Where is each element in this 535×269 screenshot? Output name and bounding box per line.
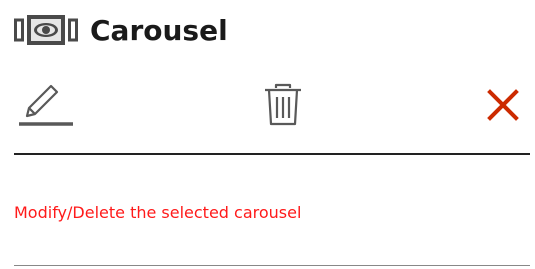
action-toolbar: [0, 80, 535, 132]
panel-header: Carousel: [14, 10, 228, 50]
instruction-message: Modify/Delete the selected carousel: [14, 203, 302, 222]
trash-icon: [265, 83, 301, 126]
delete-button[interactable]: [248, 80, 318, 130]
toolbar-divider: [14, 153, 530, 155]
edit-button[interactable]: [10, 80, 80, 130]
pencil-edit-icon: [19, 84, 73, 126]
page-title: Carousel: [90, 13, 228, 47]
close-x-icon: [487, 89, 519, 121]
carousel-icon: [14, 15, 78, 45]
bottom-divider: [14, 265, 530, 266]
close-button[interactable]: [478, 80, 528, 130]
